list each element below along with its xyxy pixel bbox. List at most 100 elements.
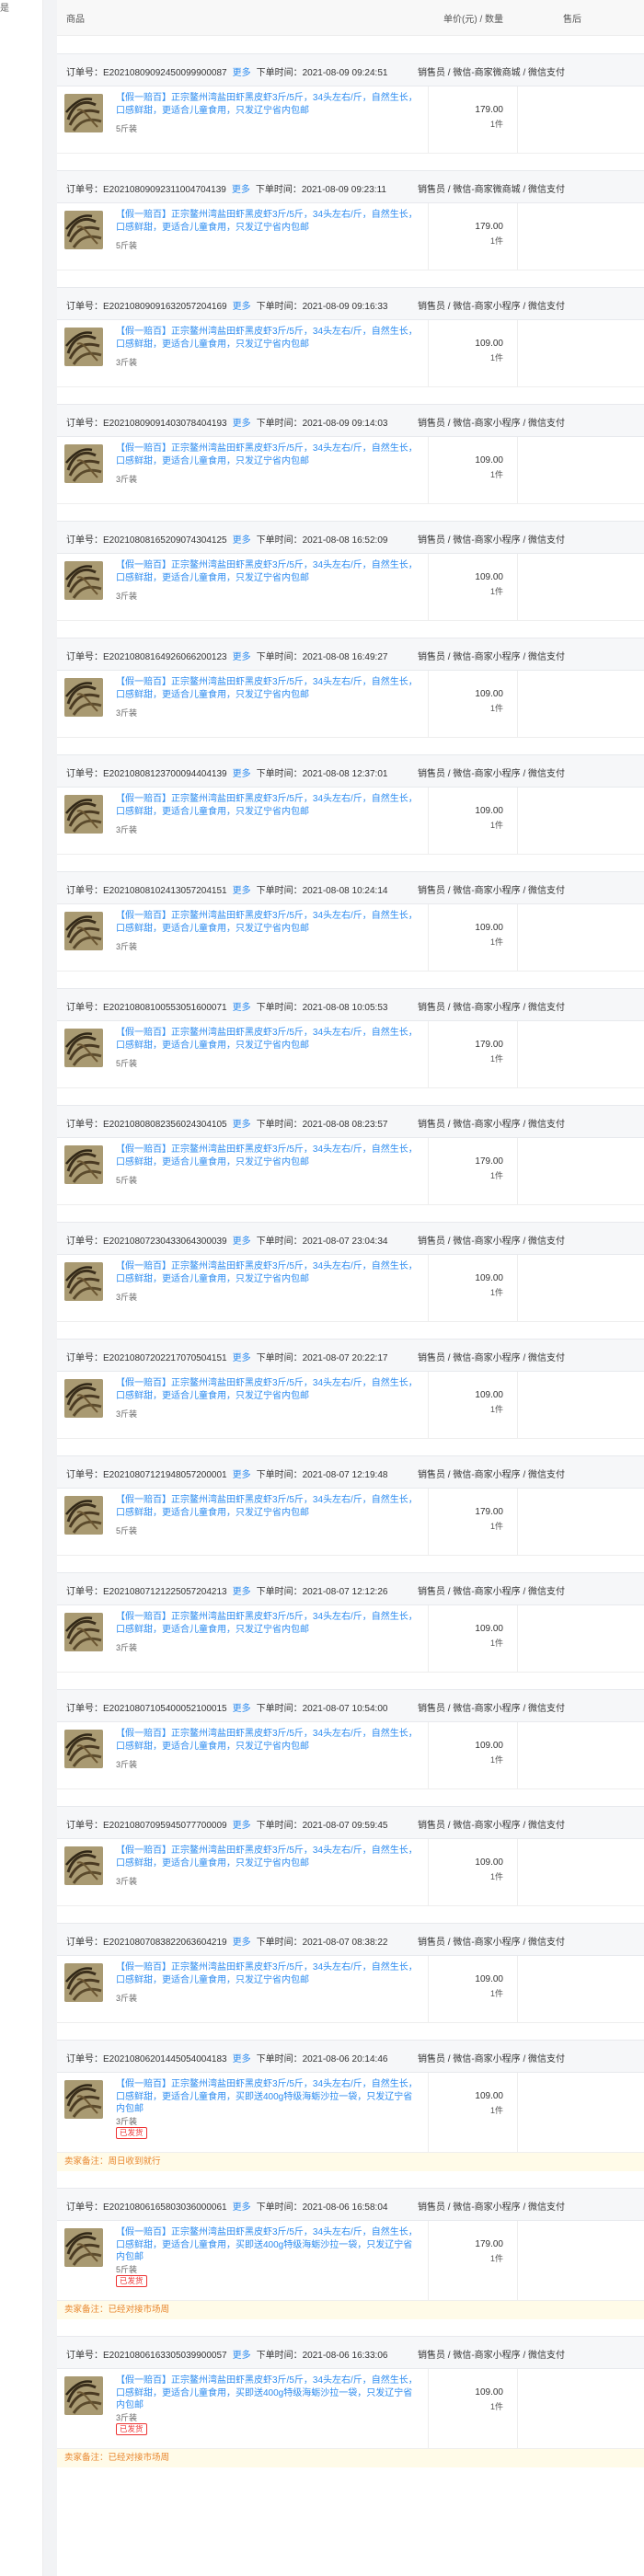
product-thumbnail[interactable] <box>64 328 103 366</box>
order-card: 订单号：E20210809091632057204169 更多 下单时间：2021-… <box>57 269 644 387</box>
product-title-link[interactable]: 【假一赔百】正宗鳌州湾盐田虾黑皮虾3斤/5斤，34头左右/斤，自然生长，口感鲜甜… <box>116 92 421 117</box>
product-title-link[interactable]: 【假一赔百】正宗鳌州湾盐田虾黑皮虾3斤/5斤，34头左右/斤，自然生长，口感鲜甜… <box>116 1845 421 1869</box>
more-link[interactable]: 更多 <box>233 68 251 78</box>
product-title-link[interactable]: 【假一赔百】正宗鳌州湾盐田虾黑皮虾3斤/5斤，34头左右/斤，自然生长，口感鲜甜… <box>116 2226 421 2264</box>
product-thumbnail[interactable] <box>64 795 103 834</box>
product-thumbnail[interactable] <box>64 2228 103 2267</box>
quantity: 1件 <box>489 1522 503 1531</box>
product-title-link[interactable]: 【假一赔百】正宗鳌州湾盐田虾黑皮虾3斤/5斤，34头左右/斤，自然生长，口感鲜甜… <box>116 1027 421 1052</box>
shipped-badge: 已发货 <box>116 2127 147 2139</box>
seller-remark: 卖家备注：已经对接市场周 <box>57 2449 644 2467</box>
order-card: 订单号：E20210808102413057204151 更多 下单时间：2021-… <box>57 853 644 972</box>
more-link[interactable]: 更多 <box>233 652 251 662</box>
product-title-link[interactable]: 【假一赔百】正宗鳌州湾盐田虾黑皮虾3斤/5斤，34头左右/斤，自然生长，口感鲜甜… <box>116 793 421 818</box>
product-thumbnail[interactable] <box>64 1145 103 1184</box>
order-meta: 订单号：E20210806163305039900057 更多 下单时间：2021-… <box>66 2347 387 2361</box>
unit-price: 109.00 <box>475 1974 503 1984</box>
product-title-link[interactable]: 【假一赔百】正宗鳌州湾盐田虾黑皮虾3斤/5斤，34头左右/斤，自然生长，口感鲜甜… <box>116 1494 421 1519</box>
product-title-link[interactable]: 【假一赔百】正宗鳌州湾盐田虾黑皮虾3斤/5斤，34头左右/斤，自然生长，口感鲜甜… <box>116 1377 421 1402</box>
more-link[interactable]: 更多 <box>233 886 251 896</box>
column-divider <box>517 1255 518 1321</box>
more-link[interactable]: 更多 <box>233 1120 251 1130</box>
product-title-link[interactable]: 【假一赔百】正宗鳌州湾盐田虾黑皮虾3斤/5斤，34头左右/斤，自然生长，口感鲜甜… <box>116 326 421 351</box>
product-title-link[interactable]: 【假一赔百】正宗鳌州湾盐田虾黑皮虾3斤/5斤，34头左右/斤，自然生长，口感鲜甜… <box>116 559 421 584</box>
more-link[interactable]: 更多 <box>233 419 251 429</box>
order-header: 订单号：E20210807202217070504151 更多 下单时间：2021-… <box>57 1339 644 1372</box>
order-no-label: 订单号： <box>66 886 103 896</box>
order-item-row: 【假一赔百】正宗鳌州湾盐田虾黑皮虾3斤/5斤，34头左右/斤，自然生长，口感鲜甜… <box>57 1839 644 1906</box>
order-channel: 销售员 / 微信-商家小程序 / 微信支付 <box>418 1821 565 1831</box>
column-divider <box>428 203 429 270</box>
product-thumbnail[interactable] <box>64 2376 103 2415</box>
unit-price: 179.00 <box>475 2239 503 2249</box>
order-meta: 订单号：E20210809092311004704139 更多 下单时间：2021-… <box>66 181 386 195</box>
product-title-link[interactable]: 【假一赔百】正宗鳌州湾盐田虾黑皮虾3斤/5斤，34头左右/斤，自然生长，口感鲜甜… <box>116 209 421 234</box>
more-link[interactable]: 更多 <box>233 2351 251 2361</box>
more-link[interactable]: 更多 <box>233 1353 251 1363</box>
product-spec: 3斤装 <box>116 1760 138 1769</box>
product-title-link[interactable]: 【假一赔百】正宗鳌州湾盐田虾黑皮虾3斤/5斤，34头左右/斤，自然生长，口感鲜甜… <box>116 1260 421 1285</box>
order-item-row: 【假一赔百】正宗鳌州湾盐田虾黑皮虾3斤/5斤，34头左右/斤，自然生长，口感鲜甜… <box>57 86 644 154</box>
column-divider <box>517 2221 518 2300</box>
product-thumbnail[interactable] <box>64 1730 103 1768</box>
column-divider <box>428 437 429 503</box>
product-thumbnail[interactable] <box>64 1496 103 1535</box>
product-title-link[interactable]: 【假一赔百】正宗鳌州湾盐田虾黑皮虾3斤/5斤，34头左右/斤，自然生长，口感鲜甜… <box>116 1728 421 1753</box>
more-link[interactable]: 更多 <box>233 1938 251 1948</box>
product-title-link[interactable]: 【假一赔百】正宗鳌州湾盐田虾黑皮虾3斤/5斤，34头左右/斤，自然生长，口感鲜甜… <box>116 443 421 467</box>
column-divider <box>428 904 429 971</box>
product-title-link[interactable]: 【假一赔百】正宗鳌州湾盐田虾黑皮虾3斤/5斤，34头左右/斤，自然生长，口感鲜甜… <box>116 676 421 701</box>
order-header: 订单号：E20210807121948057200001 更多 下单时间：2021-… <box>57 1455 644 1489</box>
product-title-link[interactable]: 【假一赔百】正宗鳌州湾盐田虾黑皮虾3斤/5斤，34头左右/斤，自然生长，口感鲜甜… <box>116 2375 421 2412</box>
shrimp-thumbnail-icon <box>64 211 103 249</box>
shrimp-thumbnail-icon <box>64 1262 103 1301</box>
unit-price: 179.00 <box>475 222 503 232</box>
more-link[interactable]: 更多 <box>233 1704 251 1714</box>
product-thumbnail[interactable] <box>64 1613 103 1651</box>
more-link[interactable]: 更多 <box>233 1470 251 1480</box>
more-link[interactable]: 更多 <box>233 2054 251 2064</box>
product-thumbnail[interactable] <box>64 561 103 600</box>
product-title-link[interactable]: 【假一赔百】正宗鳌州湾盐田虾黑皮虾3斤/5斤，34头左右/斤，自然生长，口感鲜甜… <box>116 1144 421 1168</box>
more-link[interactable]: 更多 <box>233 302 251 312</box>
column-divider <box>517 203 518 270</box>
order-card: 订单号：E20210808082356024304105 更多 下单时间：2021-… <box>57 1087 644 1205</box>
product-title-link[interactable]: 【假一赔百】正宗鳌州湾盐田虾黑皮虾3斤/5斤，34头左右/斤，自然生长，口感鲜甜… <box>116 910 421 935</box>
product-thumbnail[interactable] <box>64 1029 103 1067</box>
product-thumbnail[interactable] <box>64 94 103 132</box>
order-item-row: 【假一赔百】正宗鳌州湾盐田虾黑皮虾3斤/5斤，34头左右/斤，自然生长，口感鲜甜… <box>57 904 644 972</box>
more-link[interactable]: 更多 <box>233 1587 251 1597</box>
order-item-row: 【假一赔百】正宗鳌州湾盐田虾黑皮虾3斤/5斤，34头左右/斤，自然生长，口感鲜甜… <box>57 554 644 621</box>
order-meta: 订单号：E20210809091632057204169 更多 下单时间：2021-… <box>66 298 387 312</box>
order-number: E20210808082356024304105 <box>103 1120 227 1130</box>
product-thumbnail[interactable] <box>64 211 103 249</box>
product-title-link[interactable]: 【假一赔百】正宗鳌州湾盐田虾黑皮虾3斤/5斤，34头左右/斤，自然生长，口感鲜甜… <box>116 1611 421 1636</box>
more-link[interactable]: 更多 <box>233 1003 251 1013</box>
quantity: 1件 <box>489 2106 503 2115</box>
product-thumbnail[interactable] <box>64 1963 103 2002</box>
product-thumbnail[interactable] <box>64 1379 103 1418</box>
order-channel: 销售员 / 微信-商家小程序 / 微信支付 <box>418 1120 565 1130</box>
product-thumbnail[interactable] <box>64 444 103 483</box>
column-divider <box>517 671 518 737</box>
product-thumbnail[interactable] <box>64 1846 103 1885</box>
product-title-link[interactable]: 【假一赔百】正宗鳌州湾盐田虾黑皮虾3斤/5斤，34头左右/斤，自然生长，口感鲜甜… <box>116 1961 421 1986</box>
more-link[interactable]: 更多 <box>233 769 251 779</box>
more-link[interactable]: 更多 <box>233 535 251 546</box>
more-link[interactable]: 更多 <box>233 1236 251 1247</box>
order-header: 订单号：E20210809091403078404193 更多 下单时间：2021-… <box>57 404 644 437</box>
order-number: E20210809092311004704139 <box>103 185 226 195</box>
order-no-label: 订单号： <box>66 1587 103 1597</box>
product-thumbnail[interactable] <box>64 1262 103 1301</box>
more-link[interactable]: 更多 <box>233 2202 251 2213</box>
order-item-row: 【假一赔百】正宗鳌州湾盐田虾黑皮虾3斤/5斤，34头左右/斤，自然生长，口感鲜甜… <box>57 1255 644 1322</box>
product-thumbnail[interactable] <box>64 678 103 717</box>
product-title-link[interactable]: 【假一赔百】正宗鳌州湾盐田虾黑皮虾3斤/5斤，34头左右/斤，自然生长，口感鲜甜… <box>116 2078 421 2116</box>
product-thumbnail[interactable] <box>64 912 103 950</box>
more-link[interactable]: 更多 <box>233 1821 251 1831</box>
shrimp-thumbnail-icon <box>64 1963 103 2002</box>
more-link[interactable]: 更多 <box>232 185 250 195</box>
product-thumbnail[interactable] <box>64 2080 103 2119</box>
column-divider <box>517 1021 518 1087</box>
order-meta: 订单号：E20210807105400052100015 更多 下单时间：2021-… <box>66 1700 387 1714</box>
